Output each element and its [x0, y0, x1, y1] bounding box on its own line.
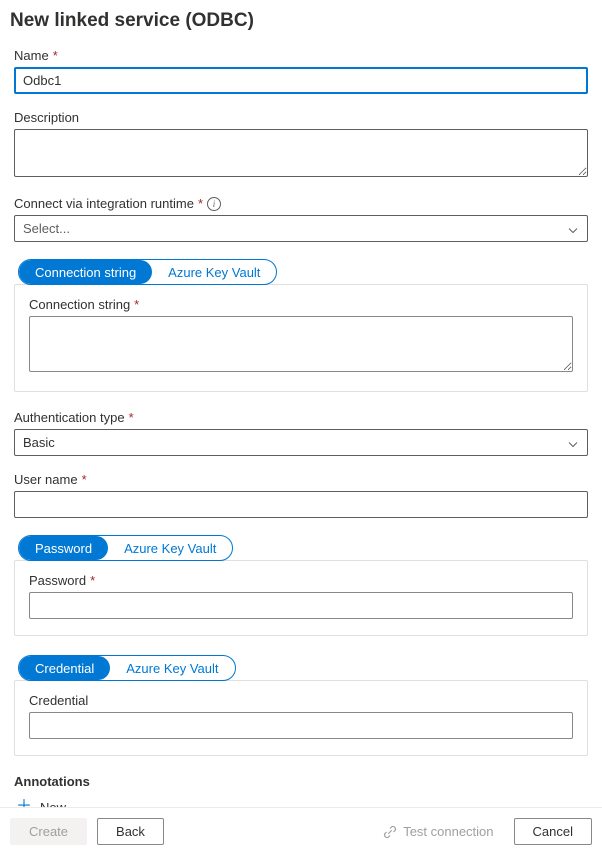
conn-string-panel: Connection string * — [14, 284, 588, 392]
page-title: New linked service (ODBC) — [10, 10, 592, 32]
runtime-select[interactable]: Select... — [14, 215, 588, 242]
conn-string-label-text: Connection string — [29, 297, 130, 312]
required-asterisk: * — [134, 297, 139, 312]
cancel-button[interactable]: Cancel — [514, 818, 592, 845]
test-connection-label: Test connection — [403, 824, 493, 839]
name-input[interactable] — [14, 67, 588, 94]
tab-credential[interactable]: Credential — [19, 656, 110, 680]
username-label-text: User name — [14, 472, 78, 487]
annotations-section: Annotations ＋ New — [14, 774, 588, 810]
runtime-label-text: Connect via integration runtime — [14, 196, 194, 211]
create-button: Create — [10, 818, 87, 845]
required-asterisk: * — [82, 472, 87, 487]
credential-input[interactable] — [29, 712, 573, 739]
name-field-block: Name * — [14, 48, 588, 94]
name-label: Name * — [14, 48, 588, 63]
description-label: Description — [14, 110, 588, 125]
credential-section: Credential Azure Key Vault Credential — [14, 654, 588, 756]
password-tabs: Password Azure Key Vault — [18, 535, 233, 561]
credential-label: Credential — [29, 693, 573, 708]
password-label: Password * — [29, 573, 573, 588]
auth-type-label-text: Authentication type — [14, 410, 125, 425]
info-icon[interactable]: i — [207, 197, 221, 211]
runtime-field-block: Connect via integration runtime * i Sele… — [14, 196, 588, 242]
annotations-heading: Annotations — [14, 774, 588, 789]
tab-conn-azure-key-vault[interactable]: Azure Key Vault — [152, 260, 276, 284]
description-field-block: Description — [14, 110, 588, 180]
credential-panel: Credential — [14, 680, 588, 756]
username-input[interactable] — [14, 491, 588, 518]
username-label: User name * — [14, 472, 588, 487]
required-asterisk: * — [53, 48, 58, 63]
back-button[interactable]: Back — [97, 818, 164, 845]
required-asterisk: * — [129, 410, 134, 425]
auth-type-field-block: Authentication type * Basic — [14, 410, 588, 456]
test-connection-button: Test connection — [373, 819, 503, 844]
name-label-text: Name — [14, 48, 49, 63]
footer: Create Back Test connection Cancel — [0, 807, 602, 855]
conn-string-input[interactable] — [29, 316, 573, 372]
password-panel: Password * — [14, 560, 588, 636]
required-asterisk: * — [90, 573, 95, 588]
username-field-block: User name * — [14, 472, 588, 518]
description-input[interactable] — [14, 129, 588, 177]
conn-string-label: Connection string * — [29, 297, 573, 312]
conn-string-tabs: Connection string Azure Key Vault — [18, 259, 277, 285]
form-area: Name * Description Connect via integrati… — [10, 48, 592, 810]
tab-password-azure-key-vault[interactable]: Azure Key Vault — [108, 536, 232, 560]
conn-string-section: Connection string Azure Key Vault Connec… — [14, 258, 588, 392]
credential-tabs: Credential Azure Key Vault — [18, 655, 236, 681]
auth-type-label: Authentication type * — [14, 410, 588, 425]
auth-type-select[interactable]: Basic — [14, 429, 588, 456]
description-label-text: Description — [14, 110, 79, 125]
password-label-text: Password — [29, 573, 86, 588]
password-section: Password Azure Key Vault Password * — [14, 534, 588, 636]
tab-credential-azure-key-vault[interactable]: Azure Key Vault — [110, 656, 234, 680]
tab-password[interactable]: Password — [19, 536, 108, 560]
password-input[interactable] — [29, 592, 573, 619]
credential-label-text: Credential — [29, 693, 88, 708]
required-asterisk: * — [198, 196, 203, 211]
tab-connection-string[interactable]: Connection string — [19, 260, 152, 284]
runtime-label: Connect via integration runtime * i — [14, 196, 588, 211]
connection-icon — [383, 825, 397, 839]
